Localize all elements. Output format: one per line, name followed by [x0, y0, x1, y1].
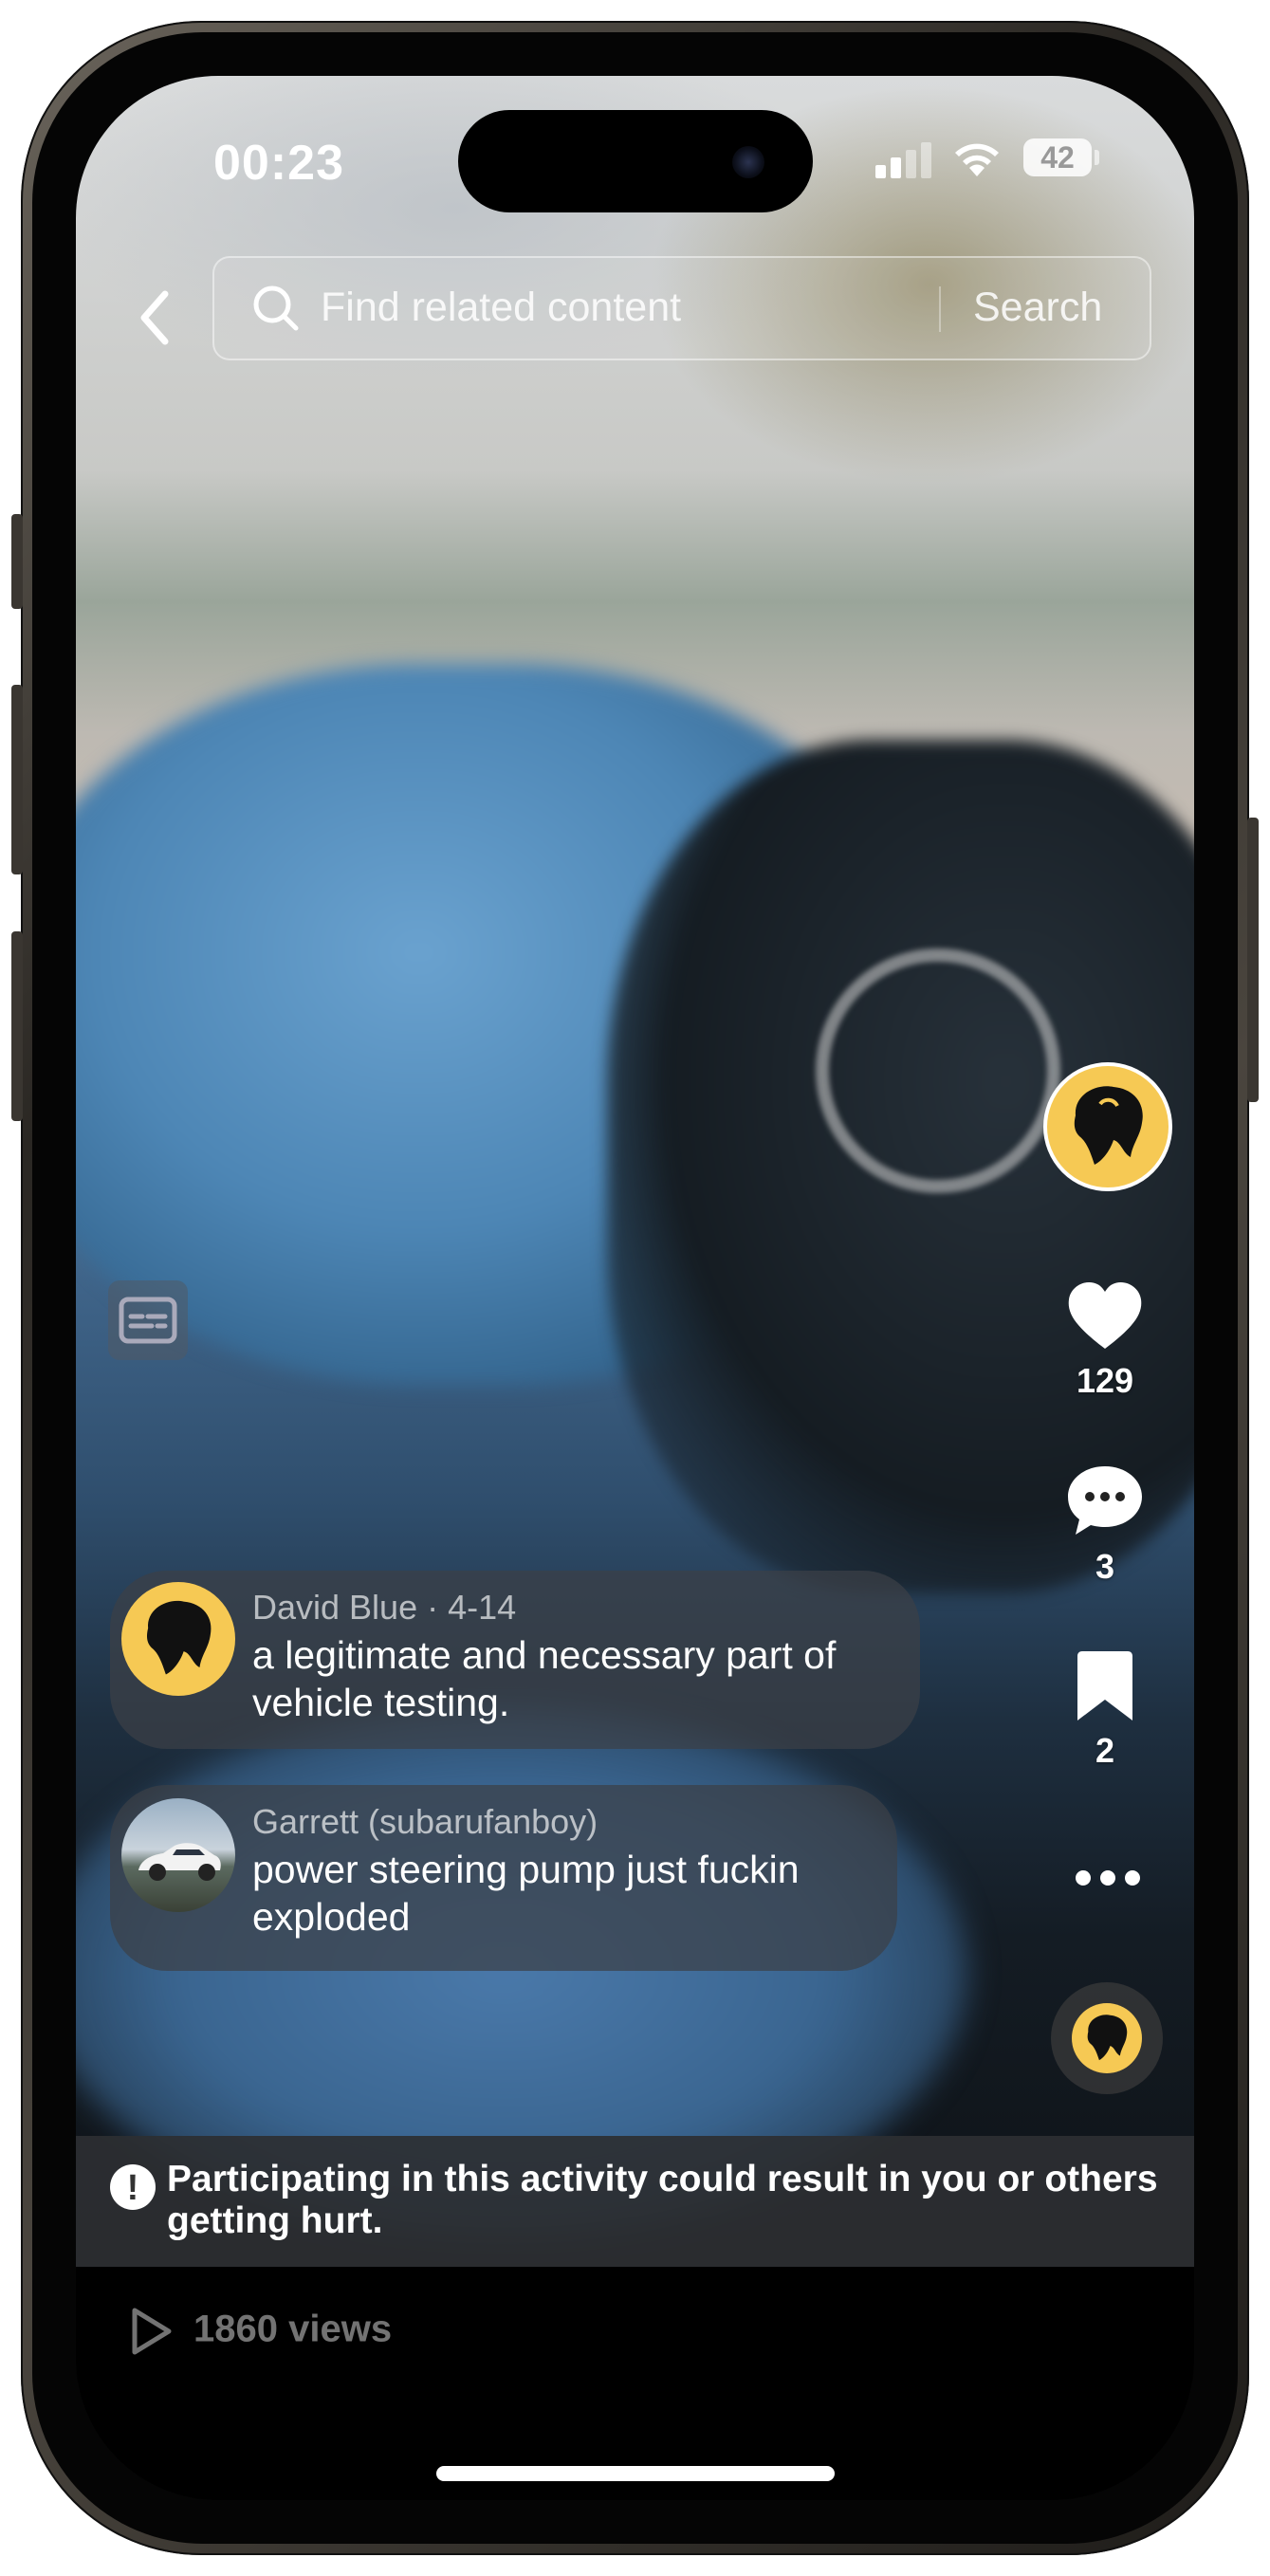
creator-avatar[interactable]	[1043, 1062, 1172, 1191]
comment-count: 3	[1095, 1547, 1115, 1586]
comment-card[interactable]: David Blue · 4-14 a legitimate and neces…	[110, 1571, 920, 1749]
like-button[interactable]: 129	[1034, 1279, 1176, 1401]
captions-icon[interactable]	[108, 1280, 188, 1360]
volume-down-button	[11, 931, 23, 1121]
search-icon	[253, 285, 299, 331]
comment-card[interactable]: Garrett (subarufanboy) power steering pu…	[110, 1785, 897, 1971]
bookmark-icon	[1077, 1651, 1132, 1720]
search-divider	[939, 286, 941, 332]
warning-text: Participating in this activity could res…	[167, 2159, 1158, 2241]
save-count: 2	[1095, 1731, 1115, 1770]
comment-bubble-icon	[1068, 1466, 1142, 1535]
action-button	[11, 514, 23, 609]
commenter-avatar	[121, 1798, 235, 1912]
volume-up-button	[11, 685, 23, 874]
home-indicator[interactable]	[436, 2466, 835, 2481]
comment-text: a legitimate and necessary part of vehic…	[252, 1633, 837, 1724]
heart-icon	[1068, 1281, 1142, 1349]
commenter-avatar	[121, 1582, 235, 1696]
play-icon	[132, 2308, 172, 2355]
like-count: 129	[1076, 1361, 1134, 1400]
status-time: 00:23	[213, 136, 344, 191]
video-scene-vent	[816, 948, 1060, 1193]
views-counter: 1860 views	[129, 2307, 392, 2356]
status-bar: 00:23 42	[76, 76, 1194, 212]
avatar-art-icon	[1087, 2015, 1128, 2061]
comment-author: David Blue · 4-14	[252, 1588, 517, 1627]
back-arrow-icon[interactable]	[121, 275, 188, 360]
cellular-signal-icon	[875, 140, 932, 178]
search-bar[interactable]: Find related content Search	[212, 256, 1151, 360]
search-button[interactable]: Search	[973, 285, 1102, 331]
sound-avatar-image	[1072, 2003, 1142, 2073]
sound-avatar[interactable]	[1051, 1982, 1163, 2094]
battery-tip	[1095, 150, 1099, 165]
power-button	[1247, 818, 1259, 1102]
save-button[interactable]: 2	[1034, 1650, 1176, 1771]
screen: 00:23 42 Find related content Search 129…	[76, 76, 1194, 2500]
battery-indicator: 42	[1023, 138, 1092, 176]
safety-warning-banner: ! Participating in this activity could r…	[76, 2136, 1194, 2267]
comment-text: power steering pump just fuckin exploded	[252, 1848, 800, 1939]
wifi-icon	[955, 143, 999, 176]
exclamation-icon: !	[110, 2164, 156, 2210]
comment-author: Garrett (subarufanboy)	[252, 1802, 598, 1841]
more-options-icon[interactable]	[1074, 1867, 1142, 1889]
search-placeholder[interactable]: Find related content	[321, 285, 681, 331]
comment-button[interactable]: 3	[1034, 1463, 1176, 1587]
views-count: 1860 views	[193, 2308, 393, 2350]
front-camera	[732, 146, 764, 178]
car-photo-icon	[138, 1843, 221, 1881]
avatar-art-icon	[147, 1600, 212, 1675]
avatar-art-icon	[1074, 1086, 1143, 1165]
